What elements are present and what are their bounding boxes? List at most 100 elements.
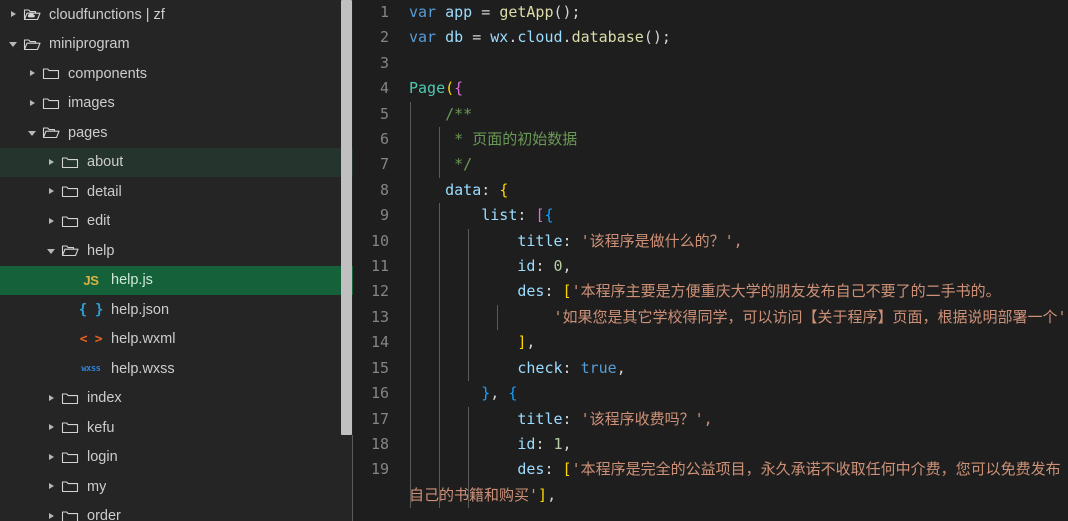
chevron-right-icon[interactable] <box>46 215 59 228</box>
tree-item-pages[interactable]: pages <box>0 118 353 148</box>
line-text[interactable]: des: ['本程序主要是方便重庆大学的朋友发布自己不要了的二手书的。 <box>409 279 1068 305</box>
tree-item-cloudfunctions-zf[interactable]: cloudfunctions | zf <box>0 0 353 30</box>
chevron-right-icon[interactable] <box>46 185 59 198</box>
code-token: . <box>562 28 572 47</box>
code-line[interactable]: 5 /** <box>353 101 1068 128</box>
line-text[interactable]: * 页面的初始数据 <box>409 127 1068 153</box>
chevron-right-icon[interactable] <box>27 97 40 110</box>
code-line[interactable]: 7 */ <box>353 152 1068 178</box>
tree-item-edit[interactable]: edit <box>0 207 353 237</box>
indent-guide <box>439 203 440 229</box>
code-line[interactable]: 13 '如果您是其它学校得同学，可以访问【关于程序】页面，根据说明部署一个' <box>353 304 1068 331</box>
code-line[interactable]: 18 id: 1, <box>353 431 1068 458</box>
tree-item-help[interactable]: help <box>0 236 353 266</box>
tree-item-help.wxml[interactable]: < > help.wxml <box>0 325 353 355</box>
chevron-right-icon[interactable] <box>46 510 59 521</box>
chevron-right-icon[interactable] <box>27 67 40 80</box>
tree-item-label: detail <box>87 183 122 200</box>
chevron-down-icon[interactable] <box>46 244 59 257</box>
line-text[interactable]: Page({ <box>409 76 1068 101</box>
code-line[interactable]: 4 Page({ <box>353 76 1068 101</box>
folder-icon <box>40 96 62 111</box>
tree-item-label: edit <box>87 213 111 230</box>
chevron-right-icon[interactable] <box>46 392 59 405</box>
folder-icon <box>59 155 81 170</box>
code-line[interactable]: 3 <box>353 51 1068 76</box>
chevron-right-icon[interactable] <box>46 451 59 464</box>
code-line[interactable]: 15 check: true, <box>353 355 1068 382</box>
line-text[interactable]: des: ['本程序是完全的公益项目，永久承诺不收取任何中介费，您可以免费发布自… <box>409 457 1068 509</box>
line-text[interactable]: id: 1, <box>409 431 1068 458</box>
tree-item-label: components <box>68 65 147 82</box>
tree-item-index[interactable]: index <box>0 384 353 414</box>
code-line[interactable]: 16 }, { <box>353 381 1068 407</box>
tree-item-about[interactable]: about <box>0 147 353 177</box>
chevron-down-icon[interactable] <box>27 126 40 139</box>
line-text[interactable]: */ <box>409 152 1068 178</box>
explorer-scrollbar-thumb[interactable] <box>341 0 352 435</box>
line-text[interactable]: check: true, <box>409 355 1068 382</box>
tree-item-label: help <box>87 242 115 259</box>
line-text[interactable] <box>409 51 1068 76</box>
code-line[interactable]: 1 var app = getApp(); <box>353 0 1068 25</box>
tree-item-images[interactable]: images <box>0 89 353 119</box>
tree-item-help.wxss[interactable]: wxss help.wxss <box>0 354 353 384</box>
chevron-right-icon[interactable] <box>8 8 21 21</box>
code-token: '该程序是做什么的？', <box>580 231 743 250</box>
indent-guide <box>439 381 440 407</box>
tree-item-label: images <box>68 95 115 112</box>
code-line[interactable]: 9 list: [{ <box>353 203 1068 229</box>
tree-item-components[interactable]: components <box>0 59 353 89</box>
code-line[interactable]: 6 * 页面的初始数据 <box>353 127 1068 153</box>
tree-item-help.json[interactable]: { } help.json <box>0 295 353 325</box>
line-text[interactable]: }, { <box>409 381 1068 407</box>
file-tree: cloudfunctions | zf miniprogram components… <box>0 0 353 521</box>
tree-item-miniprogram[interactable]: miniprogram <box>0 30 353 60</box>
code-line[interactable]: 17 title: '该程序收费吗？', <box>353 406 1068 432</box>
line-text[interactable]: var app = getApp(); <box>409 0 1068 25</box>
indent-guide <box>439 406 440 432</box>
code-editor[interactable]: 1 var app = getApp(); 2 var db = wx.cloud.d… <box>353 0 1068 521</box>
indent-guide <box>468 228 469 255</box>
indent-guide <box>410 203 411 229</box>
code-line[interactable]: 19 des: ['本程序是完全的公益项目，永久承诺不收取任何中介费，您可以免费… <box>353 457 1068 509</box>
line-number: 6 <box>379 130 389 149</box>
wxss-file-icon: wxss <box>81 363 101 374</box>
code-token: (); <box>553 3 581 21</box>
code-line[interactable]: 10 title: '该程序是做什么的？', <box>353 228 1068 255</box>
chevron-right-icon[interactable] <box>46 421 59 434</box>
code-token: = <box>472 28 491 47</box>
tree-item-kefu[interactable]: kefu <box>0 413 353 443</box>
tree-item-order[interactable]: order <box>0 502 353 521</box>
code-token: : <box>544 282 563 301</box>
line-text[interactable]: id: 0, <box>409 254 1068 280</box>
line-text[interactable]: title: '该程序是做什么的？', <box>409 228 1068 255</box>
line-text[interactable]: data: { <box>409 177 1068 204</box>
tree-item-login[interactable]: login <box>0 443 353 473</box>
code-line[interactable]: 2 var db = wx.cloud.database(); <box>353 25 1068 50</box>
code-line[interactable]: 11 id: 0, <box>353 254 1068 280</box>
line-text[interactable]: var db = wx.cloud.database(); <box>409 25 1068 50</box>
code-token: data <box>409 180 482 199</box>
tree-item-label: order <box>87 508 121 521</box>
indent-guide <box>468 457 469 509</box>
code-content[interactable]: 1 var app = getApp(); 2 var db = wx.cloud.d… <box>353 0 1068 509</box>
tree-item-my[interactable]: my <box>0 472 353 502</box>
line-text[interactable]: /** <box>409 101 1068 128</box>
code-line[interactable]: 8 data: { <box>353 177 1068 204</box>
line-text[interactable]: ], <box>409 330 1068 356</box>
indent-guide <box>439 431 440 458</box>
code-line[interactable]: 12 des: ['本程序主要是方便重庆大学的朋友发布自己不要了的二手书的。 <box>353 279 1068 305</box>
line-text[interactable]: '如果您是其它学校得同学，可以访问【关于程序】页面，根据说明部署一个' <box>409 304 1068 331</box>
code-line[interactable]: 14 ], <box>353 330 1068 356</box>
tree-item-detail[interactable]: detail <box>0 177 353 207</box>
line-text[interactable]: title: '该程序收费吗？', <box>409 406 1068 432</box>
tree-item-label: miniprogram <box>49 36 130 53</box>
code-token: db <box>445 28 473 47</box>
chevron-right-icon[interactable] <box>46 156 59 169</box>
chevron-down-icon[interactable] <box>8 38 21 51</box>
line-number: 2 <box>379 28 389 47</box>
chevron-right-icon[interactable] <box>46 480 59 493</box>
tree-item-help.js[interactable]: JS help.js <box>0 265 353 295</box>
line-text[interactable]: list: [{ <box>409 203 1068 229</box>
